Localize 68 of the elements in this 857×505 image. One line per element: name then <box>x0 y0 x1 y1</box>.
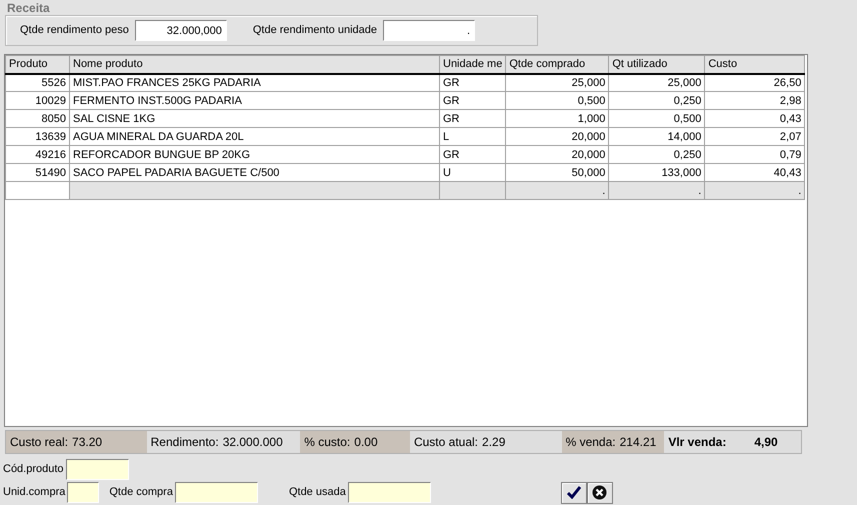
field-label: Unid.compra <box>3 485 66 500</box>
field-label: Qtde usada <box>288 485 346 500</box>
input-field[interactable]: . <box>383 20 476 41</box>
column-header[interactable]: Produto <box>6 56 70 74</box>
table-cell: L <box>440 128 506 146</box>
cancel-button[interactable] <box>586 482 613 504</box>
field-label: Qtde rendimento peso <box>20 23 129 38</box>
field-label: Cód.produto <box>3 462 64 478</box>
summary-value: 214.21 <box>620 434 656 451</box>
table-cell: AGUA MINERAL DA GUARDA 20L <box>70 128 440 146</box>
summary-value: 2.29 <box>482 434 506 451</box>
table-cell: 0,500 <box>608 110 705 128</box>
column-header[interactable]: Qt utilizado <box>608 56 705 74</box>
table-cell: GR <box>440 74 506 92</box>
summary-value: 4,90 <box>754 434 778 451</box>
column-header[interactable]: Qtde comprado <box>506 56 609 74</box>
table-cell: 8050 <box>6 110 70 128</box>
summary-value: 0.00 <box>354 434 378 451</box>
table-cell: 26,50 <box>704 74 805 92</box>
table-cell: 0,250 <box>608 146 705 164</box>
input-field[interactable] <box>66 459 129 480</box>
table-cell: 2,98 <box>704 92 805 110</box>
table-cell: 2,07 <box>704 128 805 146</box>
checkmark-icon <box>566 486 581 499</box>
column-header[interactable]: Nome produto <box>70 56 440 74</box>
table-cell: 49216 <box>6 146 70 164</box>
table-cell: 0,250 <box>608 92 705 110</box>
table-cell: 14,000 <box>608 128 705 146</box>
table-cell: 0,500 <box>506 92 609 110</box>
column-header[interactable]: Custo <box>704 56 805 74</box>
confirm-button[interactable] <box>560 482 587 504</box>
summary-label: Custo atual: <box>414 434 478 451</box>
summary-label: Custo real: <box>10 434 68 451</box>
input-field[interactable] <box>348 482 431 503</box>
summary-label: Vlr venda: <box>668 434 726 451</box>
table-cell: 25,000 <box>506 74 609 92</box>
table-cell: SAL CISNE 1KG <box>70 110 440 128</box>
table-cell: 25,000 <box>608 74 705 92</box>
table-cell: . <box>704 182 805 200</box>
summary-value: 32.000.000 <box>222 434 283 451</box>
field-label: Qtde rendimento unidade <box>252 23 378 38</box>
table-cell: . <box>608 182 705 200</box>
summary-label: % venda: <box>566 434 616 451</box>
table-cell: 5526 <box>6 74 70 92</box>
table-cell: GR <box>440 146 506 164</box>
field-label: Qtde compra <box>109 485 173 500</box>
table-cell: 13639 <box>6 128 70 146</box>
input-field[interactable] <box>67 482 100 503</box>
table-cell: 10029 <box>6 92 70 110</box>
window-title: Receita <box>6 0 51 15</box>
table-cell: . <box>506 182 609 200</box>
table-cell: 1,000 <box>506 110 609 128</box>
table-cell: MIST.PAO FRANCES 25KG PADARIA <box>70 74 440 92</box>
table-cell: GR <box>440 110 506 128</box>
table-cell: 20,000 <box>506 146 609 164</box>
table-cell: GR <box>440 92 506 110</box>
summary-label: Rendimento: <box>150 434 219 451</box>
table-cell: 0,79 <box>704 146 805 164</box>
summary-label: % custo: <box>304 434 350 451</box>
column-header[interactable]: Unidade me <box>440 56 506 74</box>
input-field[interactable] <box>174 482 258 503</box>
close-icon <box>592 485 608 500</box>
table-cell: FERMENTO INST.500G PADARIA <box>70 92 440 110</box>
table-cell: 20,000 <box>506 128 609 146</box>
input-field[interactable]: 32.000,000 <box>134 20 227 41</box>
table-cell: 0,43 <box>704 110 805 128</box>
table-cell: REFORCADOR BUNGUE BP 20KG <box>70 146 440 164</box>
summary-value: 73.20 <box>72 434 102 451</box>
